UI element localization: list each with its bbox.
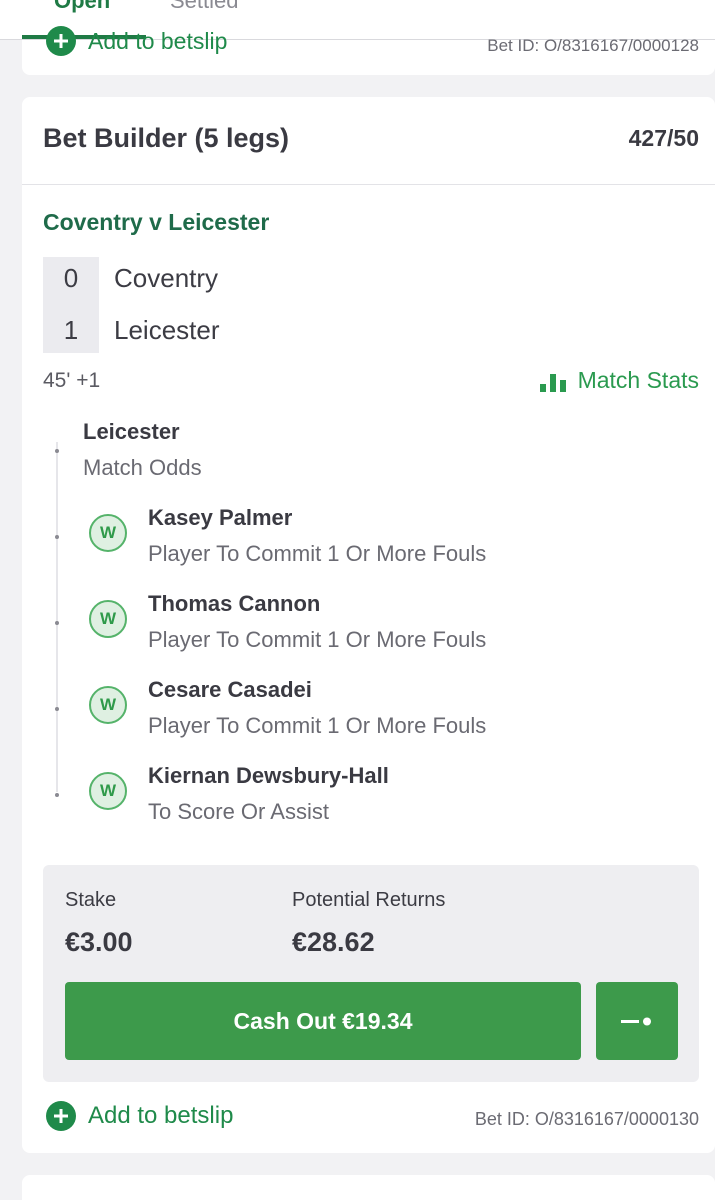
stake-label: Stake xyxy=(65,889,117,911)
bet-card-header: Bet Builder (5 legs) 427/50 xyxy=(22,97,715,185)
bar-chart-icon xyxy=(539,373,566,392)
add-to-betslip-label: Add to betslip xyxy=(88,27,228,54)
tab-settled[interactable]: Settled xyxy=(170,0,239,14)
away-team: Leicester xyxy=(114,315,220,345)
match-title[interactable]: Coventry v Leicester xyxy=(43,209,269,236)
next-bet-card xyxy=(22,1175,715,1200)
timeline-dot xyxy=(55,535,59,539)
previous-add-to-betslip-button[interactable]: Add to betslip xyxy=(46,26,227,56)
leg-market: Player To Commit 1 Or More Fouls xyxy=(148,627,487,652)
leg-market: Match Odds xyxy=(83,455,202,480)
previous-bet-card: Add to betslip Bet ID: O/8316167/0000128 xyxy=(22,26,715,75)
plus-circle-icon xyxy=(46,26,76,56)
leg-market: To Score Or Assist xyxy=(148,799,329,824)
leg-selection: Cesare Casadei xyxy=(148,677,312,702)
slider-icon xyxy=(621,1017,651,1026)
add-to-betslip-button[interactable]: Add to betslip xyxy=(46,1101,233,1131)
bet-id: Bet ID: O/8316167/0000130 xyxy=(474,1109,699,1129)
stake-panel: Stake €3.00 Potential Returns €28.62 Cas… xyxy=(43,865,699,1082)
potential-returns-label: Potential Returns xyxy=(292,889,446,911)
leg-selection: Kasey Palmer xyxy=(148,505,293,530)
timeline-dot xyxy=(55,449,59,453)
legs-timeline xyxy=(56,442,58,792)
bet-odds: 427/50 xyxy=(628,125,699,151)
match-stats-link[interactable]: Match Stats xyxy=(539,367,699,394)
win-badge-icon: W xyxy=(89,600,127,638)
leg-selection: Thomas Cannon xyxy=(148,591,321,616)
plus-circle-icon xyxy=(46,1101,76,1131)
leg-market: Player To Commit 1 Or More Fouls xyxy=(148,713,487,738)
match-clock: 45' +1 xyxy=(43,369,101,392)
home-team: Coventry xyxy=(114,263,219,293)
my-bets-page: Open Settled Add to betslip Bet ID: O/83… xyxy=(0,0,715,1200)
tab-open[interactable]: Open xyxy=(54,0,110,14)
timeline-dot xyxy=(55,621,59,625)
bet-title: Bet Builder (5 legs) xyxy=(43,123,290,153)
leg-selection: Leicester xyxy=(83,419,180,444)
partial-cash-out-button[interactable] xyxy=(596,982,678,1060)
bet-card: Bet Builder (5 legs) 427/50 Coventry v L… xyxy=(22,97,715,1153)
timeline-dot xyxy=(55,707,59,711)
scoreboard: 0 1 xyxy=(43,257,99,353)
win-badge-icon: W xyxy=(89,686,127,724)
match-stats-label: Match Stats xyxy=(577,367,699,393)
leg-market: Player To Commit 1 Or More Fouls xyxy=(148,541,487,566)
timeline-dot xyxy=(55,793,59,797)
bet-id: Bet ID: O/8316167/0000128 xyxy=(487,36,699,55)
away-score: 1 xyxy=(63,315,79,345)
win-badge-icon: W xyxy=(89,772,127,810)
home-score: 0 xyxy=(63,263,79,293)
win-badge-icon: W xyxy=(89,514,127,552)
potential-returns-value: €28.62 xyxy=(292,927,375,957)
stake-value: €3.00 xyxy=(65,927,133,957)
cash-out-button[interactable]: Cash Out €19.34 xyxy=(65,982,581,1060)
leg-selection: Kiernan Dewsbury-Hall xyxy=(148,763,389,788)
add-to-betslip-label: Add to betslip xyxy=(88,1102,234,1129)
